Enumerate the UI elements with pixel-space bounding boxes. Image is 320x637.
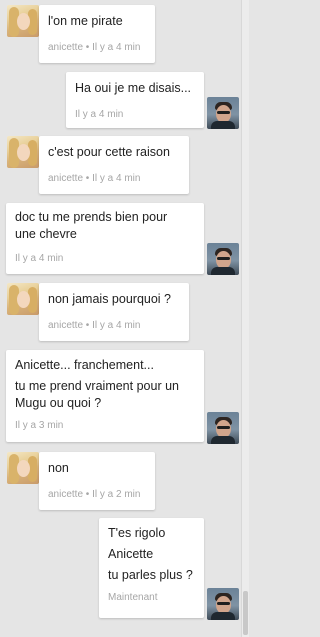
message-bubble: T'es rigolo Anicette tu parles plus ? Ma…: [99, 518, 204, 618]
anicette-avatar-icon[interactable]: [7, 283, 39, 315]
message-line: une chevre: [15, 227, 77, 241]
message-line: tu me prend vraiment pour un: [15, 379, 179, 393]
message-meta: Il y a 3 min: [15, 420, 64, 431]
user-avatar-icon[interactable]: [207, 412, 239, 444]
message-bubble: Anicette... franchement... tu me prend v…: [6, 350, 204, 442]
message-line: Anicette... franchement...: [15, 358, 154, 372]
message-line: tu parles plus ?: [108, 568, 193, 582]
message-bubble: Ha oui je me disais... Il y a 4 min: [66, 72, 204, 128]
scrollbar-thumb[interactable]: [243, 591, 248, 635]
message-meta: Maintenant: [108, 592, 158, 603]
message-meta: anicette • Il y a 4 min: [48, 320, 141, 331]
user-avatar-icon[interactable]: [207, 97, 239, 129]
message-meta: anicette • Il y a 4 min: [48, 42, 141, 53]
message-bubble: c'est pour cette raison anicette • Il y …: [39, 136, 189, 194]
message-line: Anicette: [108, 547, 154, 561]
user-avatar-icon[interactable]: [207, 243, 239, 275]
message-line: Ha oui je me disais...: [75, 81, 192, 95]
scrollbar[interactable]: [241, 0, 249, 637]
message-meta: Il y a 4 min: [15, 253, 64, 264]
message-meta: Il y a 4 min: [75, 109, 124, 120]
message-line: non: [48, 461, 69, 475]
anicette-avatar-icon[interactable]: [7, 452, 39, 484]
message-line: l'on me pirate: [48, 14, 123, 28]
message-line: non jamais pourquoi ?: [48, 292, 171, 306]
chat-conversation: l'on me pirate anicette • Il y a 4 min H…: [0, 0, 242, 637]
message-meta: anicette • Il y a 4 min: [48, 173, 141, 184]
message-meta: anicette • Il y a 2 min: [48, 489, 141, 500]
message-bubble: non jamais pourquoi ? anicette • Il y a …: [39, 283, 189, 341]
message-bubble: l'on me pirate anicette • Il y a 4 min: [39, 5, 155, 63]
message-bubble: doc tu me prends bien pour une chevre Il…: [6, 203, 204, 274]
message-line: Mugu ou quoi ?: [15, 396, 102, 410]
message-line: doc tu me prends bien pour: [15, 210, 168, 224]
message-line: c'est pour cette raison: [48, 145, 170, 159]
anicette-avatar-icon[interactable]: [7, 136, 39, 168]
anicette-avatar-icon[interactable]: [7, 5, 39, 37]
message-line: T'es rigolo: [108, 526, 166, 540]
user-avatar-icon[interactable]: [207, 588, 239, 620]
message-bubble: non anicette • Il y a 2 min: [39, 452, 155, 510]
